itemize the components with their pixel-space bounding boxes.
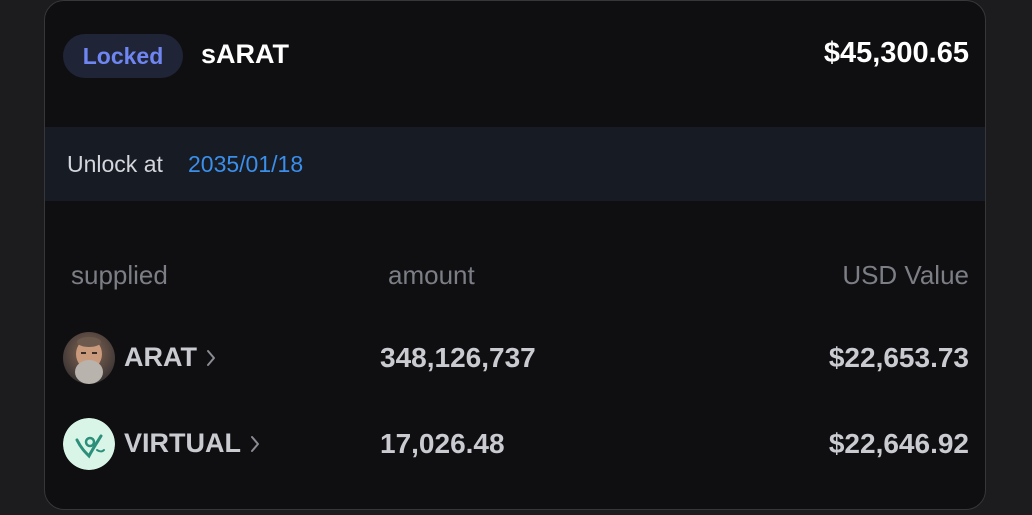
token-usd-value: $22,653.73 — [828, 342, 969, 373]
arat-avatar-icon — [63, 332, 115, 384]
unlock-date: 2035/01/18 — [188, 151, 304, 177]
token-link-virtual[interactable]: VIRTUAL — [124, 428, 261, 459]
locked-badge: Locked — [63, 34, 183, 78]
virtual-logo-icon — [63, 418, 115, 470]
token-link-arat[interactable]: ARAT — [124, 342, 217, 373]
locked-position-card: Locked sARAT $45,300.65 Unlock at 2035/0… — [44, 0, 986, 510]
column-header-usd-value: USD Value — [842, 260, 969, 290]
unlock-label: Unlock at — [67, 151, 163, 177]
table-row: VIRTUAL 17,026.48 $22,646.92 — [45, 414, 985, 474]
token-usd-value: $22,646.92 — [828, 428, 969, 459]
unlock-bar: Unlock at 2035/01/18 — [45, 127, 985, 201]
card-header: Locked sARAT $45,300.65 — [45, 1, 985, 127]
column-header-supplied: supplied — [71, 260, 168, 290]
token-symbol: ARAT — [124, 342, 197, 372]
token-amount: 17,026.48 — [380, 428, 505, 459]
token-symbol: VIRTUAL — [124, 428, 241, 458]
chevron-right-icon — [249, 434, 261, 454]
token-name: sARAT — [201, 39, 290, 69]
table-row: ARAT 348,126,737 $22,653.73 — [45, 328, 985, 388]
token-amount: 348,126,737 — [380, 342, 536, 373]
column-header-amount: amount — [388, 260, 475, 290]
chevron-right-icon — [205, 348, 217, 368]
total-value: $45,300.65 — [823, 37, 969, 69]
